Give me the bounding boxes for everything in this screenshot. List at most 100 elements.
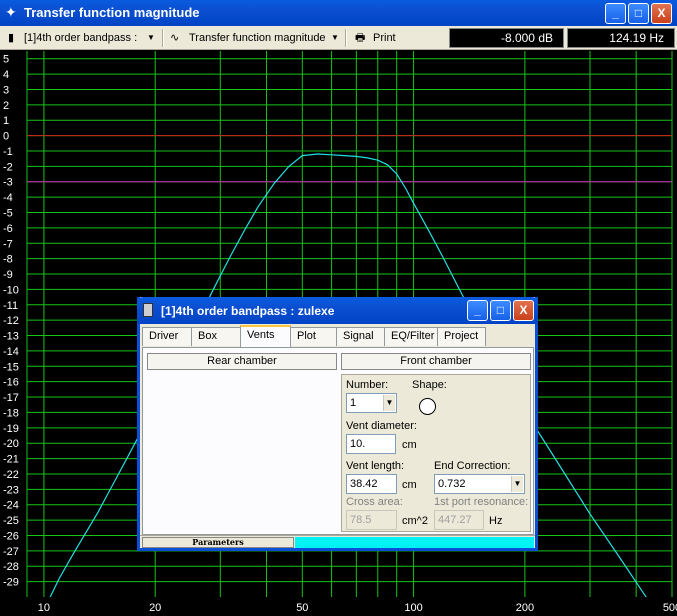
y-tick-label: -27 [3,546,19,558]
y-tick-label: -28 [3,561,19,573]
vent-length-field[interactable]: 38.42 [346,474,397,494]
y-tick-label: -13 [3,331,19,343]
round-vent-shape-icon[interactable] [419,398,436,415]
rear-chamber-button[interactable]: Rear chamber [147,353,337,370]
project-dropdown-icon[interactable]: ▼ [147,30,155,46]
y-tick-label: -25 [3,515,19,527]
dialog-title-bar: [1]4th order bandpass : zulexe _ □ X [137,297,538,324]
y-tick-label: -19 [3,423,19,435]
window-title-bar: ✦ Transfer function magnitude _ □ X [0,0,677,26]
wave-icon: ∿ [170,32,180,44]
vent-diameter-unit: cm [402,439,417,451]
y-tick-label: 0 [3,131,9,143]
tab-signal[interactable]: Signal [336,327,385,346]
y-tick-label: -4 [3,192,13,204]
app-crosshair-icon: ✦ [5,4,17,20]
y-tick-label: -1 [3,146,13,158]
x-tick-label: 200 [516,602,534,614]
x-axis-area [0,597,677,616]
tab-project[interactable]: Project [437,327,486,346]
y-tick-label: -18 [3,407,19,419]
y-tick-label: 2 [3,100,9,112]
frequency-readout: 124.19 Hz [567,28,675,48]
y-tick-label: -14 [3,346,19,358]
printer-icon[interactable]: 🖶 [355,30,365,46]
y-tick-label: -8 [3,254,13,266]
y-tick-label: -17 [3,392,19,404]
tab-vents[interactable]: Vents [240,325,291,347]
chevron-down-icon[interactable]: ▼ [511,476,523,492]
y-tick-label: -21 [3,454,19,466]
print-button[interactable]: Print [373,30,396,46]
vent-diameter-field[interactable]: 10. [346,434,396,454]
y-tick-label: 4 [3,69,9,81]
x-tick-label: 50 [296,602,308,614]
number-value: 1 [350,397,357,409]
vent-length-unit: cm [402,479,417,491]
end-correction-value: 0.732 [438,478,466,490]
dialog-status-bar: Parameters [140,535,535,548]
y-tick-label: -15 [3,361,19,373]
x-tick-label: 20 [149,602,161,614]
status-label: Parameters [142,537,294,548]
x-tick-label: 500 [663,602,677,614]
dialog-close-button[interactable]: X [513,300,534,321]
y-tick-label: -5 [3,207,13,219]
toolbar: ▮ [1]4th order bandpass : ▼ ∿ Transfer f… [0,26,677,50]
toolbar-separator [162,29,164,47]
chevron-down-icon[interactable]: ▼ [383,395,395,411]
cross-area-field: 78.5 [346,510,397,530]
vents-panel: Rear chamber Front chamber Number: Shape… [142,347,534,535]
dialog-maximize-button[interactable]: □ [490,300,511,321]
maximize-button[interactable]: □ [628,3,649,24]
number-label: Number: [346,379,389,391]
y-tick-label: -3 [3,177,13,189]
y-tick-label: -11 [3,300,18,312]
window-title: Transfer function magnitude [24,5,200,20]
y-tick-label: -24 [3,500,19,512]
tab-driver[interactable]: Driver [142,327,192,346]
vents-dialog: [1]4th order bandpass : zulexe _ □ X Dri… [137,297,538,551]
vent-length-label: Vent length: [346,460,405,472]
y-tick-label: -12 [3,315,19,327]
project-icon: ▮ [8,32,15,44]
tab-bar: Driver Box Vents Plot Signal EQ/Filter P… [142,325,534,347]
status-progress-fill [295,537,534,548]
y-tick-label: -9 [3,269,13,281]
dialog-minimize-button[interactable]: _ [467,300,488,321]
y-tick-label: -26 [3,530,19,542]
tab-box[interactable]: Box [191,327,241,346]
end-correction-select[interactable]: 0.732 ▼ [434,474,525,494]
port-resonance-unit: Hz [489,515,503,527]
number-select[interactable]: 1 ▼ [346,393,397,413]
y-tick-label: -10 [3,284,19,296]
y-tick-label: 3 [3,84,9,96]
tab-plot[interactable]: Plot [290,327,337,346]
y-tick-label: -7 [3,238,13,250]
y-tick-label: 5 [3,54,9,66]
y-tick-label: -6 [3,223,13,235]
speaker-icon [143,303,153,317]
view-select[interactable]: Transfer function magnitude [189,30,326,46]
front-chamber-button[interactable]: Front chamber [341,353,531,370]
view-dropdown-icon[interactable]: ▼ [331,30,339,46]
y-tick-label: -29 [3,577,19,589]
port-resonance-label: 1st port resonance: [434,496,529,508]
x-tick-label: 10 [38,602,50,614]
y-tick-label: -20 [3,438,19,450]
level-readout: -8.000 dB [449,28,564,48]
project-select[interactable]: [1]4th order bandpass : [24,30,137,46]
vent-diameter-label: Vent diameter: [346,420,417,432]
close-button[interactable]: X [651,3,672,24]
toolbar-separator [345,29,347,47]
y-tick-label: -16 [3,377,19,389]
y-tick-label: -2 [3,161,13,173]
y-tick-label: -22 [3,469,19,481]
cross-area-unit: cm^2 [402,515,428,527]
tab-eq-filter[interactable]: EQ/Filter [384,327,438,346]
minimize-button[interactable]: _ [605,3,626,24]
x-tick-label: 100 [404,602,422,614]
cross-area-label: Cross area: [346,496,403,508]
y-tick-label: -23 [3,484,19,496]
dialog-title: [1]4th order bandpass : zulexe [161,304,335,318]
